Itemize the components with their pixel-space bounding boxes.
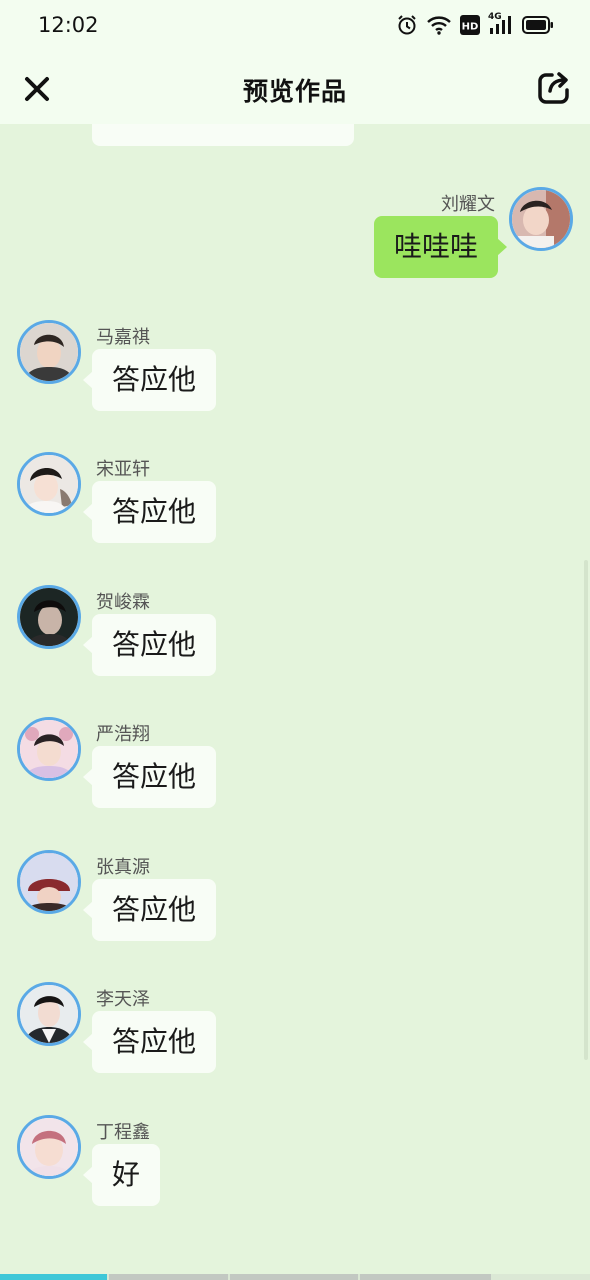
progress-segment-active [0, 1274, 107, 1280]
sender-name: 马嘉祺 [96, 327, 150, 348]
scrollbar[interactable] [584, 560, 588, 1060]
avatar[interactable] [17, 1115, 81, 1179]
battery-icon [522, 16, 554, 34]
top-navigation-bar: 预览作品 [0, 52, 590, 124]
sender-name: 刘耀文 [441, 194, 495, 215]
chat-message-list[interactable]: 刘耀文 哇哇哇 马嘉祺 答应他 宋亚轩 答应他 贺峻霖 答应他 严浩翔 答应他 [0, 124, 590, 1274]
avatar[interactable] [17, 320, 81, 384]
sender-name: 丁程鑫 [96, 1122, 150, 1143]
message-bubble[interactable]: 答应他 [82, 879, 217, 941]
page-title: 预览作品 [242, 77, 347, 106]
sender-name: 贺峻霖 [96, 592, 150, 613]
wifi-icon [426, 14, 452, 36]
share-icon[interactable] [536, 70, 572, 106]
sender-name: 严浩翔 [96, 724, 150, 745]
progress-segment [109, 1274, 228, 1280]
avatar[interactable] [17, 585, 81, 649]
sender-name: 宋亚轩 [96, 459, 150, 480]
partial-message-bubble [92, 124, 354, 146]
playback-progress-bar [0, 1274, 590, 1280]
message-bubble[interactable]: 答应他 [82, 481, 217, 543]
message-bubble[interactable]: 答应他 [82, 349, 217, 411]
status-icons: HD 4G [396, 12, 554, 36]
sender-name: 张真源 [96, 857, 150, 878]
message-bubble[interactable]: 答应他 [82, 746, 217, 808]
network-type-label: 4G [488, 12, 502, 22]
avatar[interactable] [509, 187, 573, 251]
avatar[interactable] [17, 850, 81, 914]
avatar[interactable] [17, 452, 81, 516]
message-bubble[interactable]: 好 [82, 1144, 161, 1206]
alarm-icon [396, 14, 418, 36]
signal-4g-icon: 4G [488, 12, 514, 36]
avatar[interactable] [17, 982, 81, 1046]
message-bubble[interactable]: 答应他 [82, 1011, 217, 1073]
avatar[interactable] [17, 717, 81, 781]
message-bubble[interactable]: 答应他 [82, 614, 217, 676]
hd-icon-label: HD [462, 22, 479, 33]
status-time: 12:02 [38, 13, 99, 37]
progress-segment [230, 1274, 358, 1280]
message-bubble[interactable]: 哇哇哇 [373, 216, 508, 278]
sender-name: 李天泽 [96, 989, 150, 1010]
progress-segment [360, 1274, 491, 1280]
status-bar: 12:02 HD 4G [0, 0, 590, 52]
hd-icon: HD [460, 15, 480, 35]
